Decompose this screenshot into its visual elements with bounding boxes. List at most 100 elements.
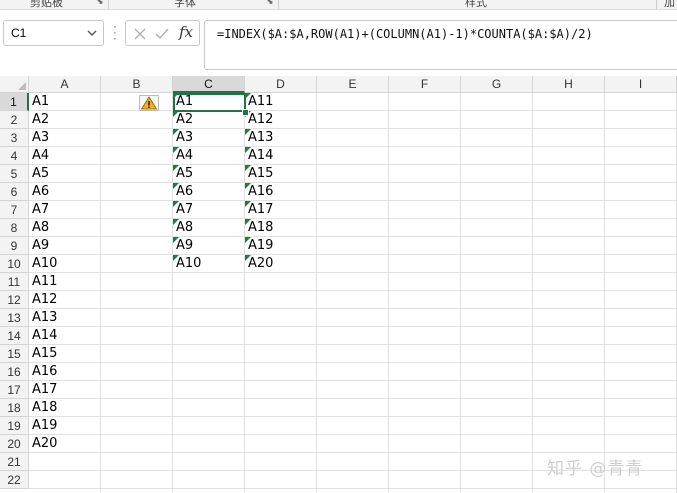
error-indicator-icon: [173, 165, 179, 171]
row-header-22[interactable]: 22: [0, 471, 29, 489]
row-header-1[interactable]: 1: [0, 93, 29, 111]
column-header-i[interactable]: I: [605, 76, 677, 93]
cell-a10[interactable]: A10: [29, 255, 101, 273]
grid-line: [29, 380, 677, 381]
cell-a19[interactable]: A19: [29, 417, 101, 435]
row-header-9[interactable]: 9: [0, 237, 29, 255]
cell-c2[interactable]: A2: [173, 111, 245, 129]
cell-a4[interactable]: A4: [29, 147, 101, 165]
ribbon-strip: 剪贴板 ⬊ 字体 ⬊ 样式 加: [0, 0, 677, 10]
check-icon[interactable]: [153, 25, 171, 43]
cancel-icon[interactable]: [131, 25, 149, 43]
cell-d8[interactable]: A18: [245, 219, 317, 237]
dialog-launcher-icon[interactable]: ⬊: [96, 0, 104, 7]
grid-line: [29, 218, 677, 219]
cell-a18[interactable]: A18: [29, 399, 101, 417]
cell-a20[interactable]: A20: [29, 435, 101, 453]
grid-line: [29, 434, 677, 435]
row-header-20[interactable]: 20: [0, 435, 29, 453]
name-box[interactable]: C1: [3, 20, 104, 46]
ribbon-group-styles[interactable]: 样式: [465, 0, 487, 9]
drag-handle-icon[interactable]: · · ·: [113, 21, 117, 45]
cell-c8[interactable]: A8: [173, 219, 245, 237]
row-header-16[interactable]: 16: [0, 363, 29, 381]
ribbon-separator: [108, 0, 109, 9]
cell-c3[interactable]: A3: [173, 129, 245, 147]
cell-c9[interactable]: A9: [173, 237, 245, 255]
ribbon-group-font[interactable]: 字体: [174, 0, 196, 9]
error-indicator-icon: [173, 129, 179, 135]
cell-a13[interactable]: A13: [29, 309, 101, 327]
cell-a5[interactable]: A5: [29, 165, 101, 183]
row-header-19[interactable]: 19: [0, 417, 29, 435]
row-header-3[interactable]: 3: [0, 129, 29, 147]
cell-c10[interactable]: A10: [173, 255, 245, 273]
cell-a12[interactable]: A12: [29, 291, 101, 309]
cell-a7[interactable]: A7: [29, 201, 101, 219]
cell-d2[interactable]: A12: [245, 111, 317, 129]
error-indicator-icon: [173, 93, 179, 99]
cell-c4[interactable]: A4: [173, 147, 245, 165]
cell-a16[interactable]: A16: [29, 363, 101, 381]
ribbon-group-addins[interactable]: 加: [664, 0, 675, 9]
column-header-g[interactable]: G: [461, 76, 533, 93]
grid-line: [29, 236, 677, 237]
row-header-11[interactable]: 11: [0, 273, 29, 291]
cell-d7[interactable]: A17: [245, 201, 317, 219]
cell-a1[interactable]: A1: [29, 93, 101, 111]
error-check-button[interactable]: [139, 95, 159, 111]
row-header-7[interactable]: 7: [0, 201, 29, 219]
cell-c5[interactable]: A5: [173, 165, 245, 183]
dialog-launcher-icon[interactable]: ⬊: [266, 0, 274, 7]
row-header-2[interactable]: 2: [0, 111, 29, 129]
grid-line: [29, 164, 677, 165]
formula-input[interactable]: =INDEX($A:$A,ROW(A1)+(COLUMN(A1)-1)*COUN…: [204, 20, 677, 70]
cell-a8[interactable]: A8: [29, 219, 101, 237]
row-header-17[interactable]: 17: [0, 381, 29, 399]
cell-d5[interactable]: A15: [245, 165, 317, 183]
cell-a3[interactable]: A3: [29, 129, 101, 147]
cell-d10[interactable]: A20: [245, 255, 317, 273]
row-header-21[interactable]: 21: [0, 453, 29, 471]
row-header-14[interactable]: 14: [0, 327, 29, 345]
column-header-e[interactable]: E: [317, 76, 389, 93]
row-header-4[interactable]: 4: [0, 147, 29, 165]
cell-d3[interactable]: A13: [245, 129, 317, 147]
insert-function-button[interactable]: fx: [179, 23, 193, 41]
row-header-5[interactable]: 5: [0, 165, 29, 183]
chevron-down-icon[interactable]: [85, 25, 99, 41]
spreadsheet-grid[interactable]: A B C D E F G H I 1 2 3 4 5 6 7 8 9 10 11 12 13 14 15 16 17 18 19 20…: [0, 76, 677, 493]
cell-d4[interactable]: A14: [245, 147, 317, 165]
column-header-a[interactable]: A: [29, 76, 101, 93]
row-header-15[interactable]: 15: [0, 345, 29, 363]
cell-a9[interactable]: A9: [29, 237, 101, 255]
cell-d9[interactable]: A19: [245, 237, 317, 255]
column-header-d[interactable]: D: [245, 76, 317, 93]
row-header-10[interactable]: 10: [0, 255, 29, 273]
column-header-b[interactable]: B: [101, 76, 173, 93]
cell-a2[interactable]: A2: [29, 111, 101, 129]
fill-handle[interactable]: [242, 109, 249, 116]
column-header-c[interactable]: C: [173, 76, 245, 93]
cell-c6[interactable]: A6: [173, 183, 245, 201]
select-all-button[interactable]: [0, 76, 29, 93]
cell-a14[interactable]: A14: [29, 327, 101, 345]
column-header-f[interactable]: F: [389, 76, 461, 93]
cell-a15[interactable]: A15: [29, 345, 101, 363]
cell-d1[interactable]: A11: [245, 93, 317, 111]
error-indicator-icon: [173, 255, 179, 261]
row-header-13[interactable]: 13: [0, 309, 29, 327]
row-header-18[interactable]: 18: [0, 399, 29, 417]
cell-a6[interactable]: A6: [29, 183, 101, 201]
cell-d6[interactable]: A16: [245, 183, 317, 201]
cell-a17[interactable]: A17: [29, 381, 101, 399]
row-header-8[interactable]: 8: [0, 219, 29, 237]
ribbon-group-clipboard[interactable]: 剪贴板: [30, 0, 63, 9]
cell-a11[interactable]: A11: [29, 273, 101, 291]
grid-line: [388, 93, 389, 493]
cell-c1[interactable]: A1: [173, 93, 245, 111]
row-header-12[interactable]: 12: [0, 291, 29, 309]
cell-c7[interactable]: A7: [173, 201, 245, 219]
row-header-6[interactable]: 6: [0, 183, 29, 201]
column-header-h[interactable]: H: [533, 76, 605, 93]
